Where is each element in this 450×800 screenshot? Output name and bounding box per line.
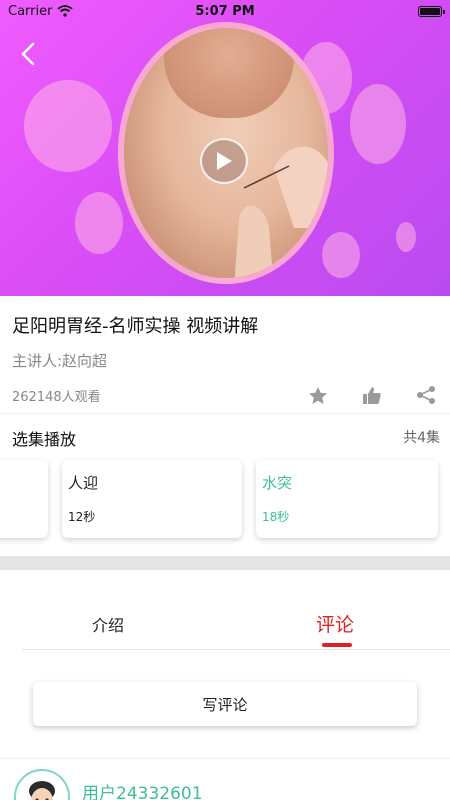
tab-comments[interactable]: 评论 (316, 610, 354, 637)
divider (0, 413, 450, 414)
play-icon (217, 152, 232, 170)
tab-divider (22, 649, 450, 650)
episode-name: 水突 (262, 474, 293, 492)
episode-duration: 18秒 (262, 510, 290, 524)
play-button[interactable] (200, 138, 248, 184)
episode-card[interactable] (0, 460, 48, 538)
favorite-button[interactable] (308, 385, 328, 405)
like-button[interactable] (362, 385, 382, 405)
decor-bubble (24, 80, 112, 172)
comment-item: 用户24332601 (0, 758, 450, 800)
thumbs-up-icon (363, 386, 381, 404)
decor-bubble (396, 222, 416, 252)
user-avatar-illustration (29, 781, 55, 800)
speaker-label: 主讲人:赵向超 (12, 352, 108, 370)
section-separator (0, 556, 450, 570)
share-icon (417, 386, 435, 404)
comment-username[interactable]: 用户24332601 (82, 779, 203, 800)
star-icon (309, 386, 327, 404)
course-detail-page: Carrier 5:07 PM 足阳明胃经-名师实操 视频讲解 主讲人:赵向超 … (0, 0, 450, 800)
episodes-title: 选集播放 (12, 430, 77, 449)
view-count: 262148人观看 (12, 390, 101, 405)
tab-intro[interactable]: 介绍 (92, 612, 124, 636)
episode-name: 人迎 (68, 474, 99, 492)
decor-bubble (350, 84, 406, 164)
course-title: 足阳明胃经-名师实操 视频讲解 (12, 316, 259, 337)
status-bar: Carrier 5:07 PM (0, 0, 450, 22)
status-time: 5:07 PM (195, 3, 255, 19)
battery-icon (418, 5, 445, 17)
episodes-count: 共4集 (403, 430, 440, 446)
episode-duration: 12秒 (68, 510, 96, 524)
episode-list: 人迎 12秒 水突 18秒 (0, 460, 450, 542)
decor-bubble (75, 192, 123, 254)
tab-indicator (322, 643, 352, 647)
back-button[interactable] (14, 38, 42, 70)
avatar[interactable] (14, 769, 70, 800)
episode-card-active[interactable]: 水突 18秒 (256, 460, 438, 538)
write-comment-button[interactable]: 写评论 (33, 682, 417, 726)
episode-card[interactable]: 人迎 12秒 (62, 460, 242, 538)
share-button[interactable] (416, 385, 436, 405)
video-player[interactable] (0, 0, 450, 296)
action-bar (308, 385, 436, 405)
back-chevron-icon (21, 42, 35, 66)
